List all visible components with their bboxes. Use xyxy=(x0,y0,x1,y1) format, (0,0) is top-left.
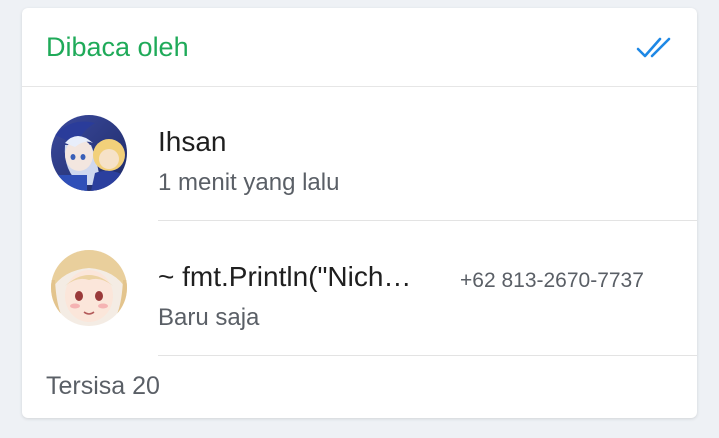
avatar-anime-blue-icon xyxy=(51,115,127,191)
reader-name: ~ fmt.Println("Nich… xyxy=(158,261,412,292)
avatar[interactable] xyxy=(51,250,127,326)
reader-phone: +62 813-2670-7737 xyxy=(460,269,644,292)
read-by-title: Dibaca oleh xyxy=(46,32,189,62)
double-check-icon xyxy=(636,37,671,58)
row-divider xyxy=(158,220,697,221)
remaining-footer[interactable]: Tersisa 20 xyxy=(22,357,697,418)
read-receipts-card: Dibaca oleh Ihsan 1 menit yang lalu ~ fm… xyxy=(22,8,697,418)
read-time: Baru saja xyxy=(158,304,260,331)
avatar-anime-blonde-icon xyxy=(51,250,127,326)
reader-row-ihsan[interactable]: Ihsan 1 menit yang lalu xyxy=(22,87,697,221)
reader-name: Ihsan xyxy=(158,126,227,157)
avatar[interactable] xyxy=(51,115,127,191)
read-by-header: Dibaca oleh xyxy=(22,8,697,87)
row-divider xyxy=(158,355,697,356)
remaining-count: Tersisa 20 xyxy=(46,372,160,400)
reader-row-nich[interactable]: ~ fmt.Println("Nich… +62 813-2670-7737 B… xyxy=(22,222,697,356)
read-time: 1 menit yang lalu xyxy=(158,169,340,196)
